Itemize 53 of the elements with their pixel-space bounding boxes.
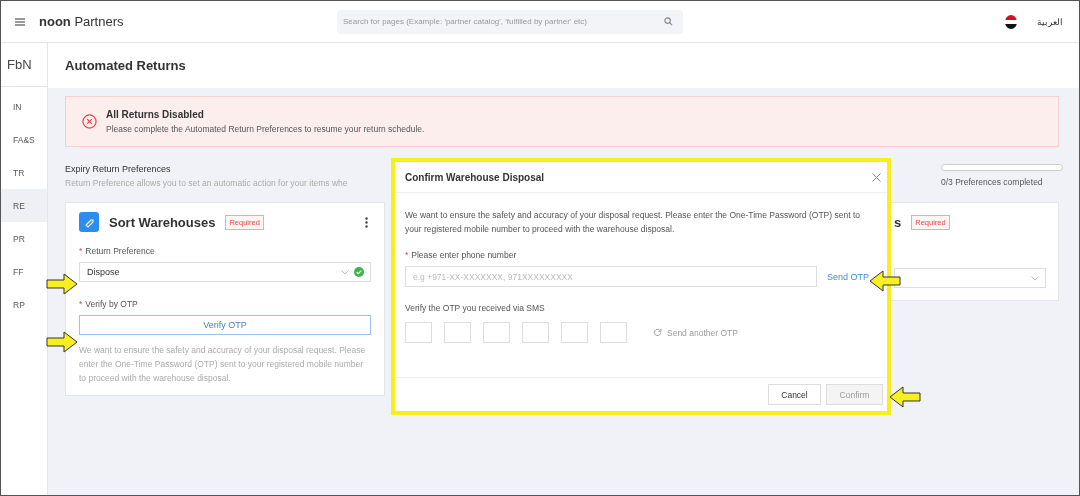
page-title: Automated Returns xyxy=(65,58,186,73)
verify-otp-button[interactable]: Verify OTP xyxy=(79,315,371,335)
phone-input[interactable]: e.g +971-XX-XXXXXXX, 971XXXXXXXXX xyxy=(405,266,817,287)
preference-select[interactable] xyxy=(894,268,1046,288)
search-icon[interactable] xyxy=(664,16,673,26)
refresh-icon xyxy=(653,328,662,337)
sidebar-item[interactable]: PR xyxy=(1,222,47,255)
otp-digit-input[interactable] xyxy=(600,322,627,343)
otp-digit-input[interactable] xyxy=(444,322,471,343)
dialog-button[interactable]: Cancel xyxy=(768,384,821,405)
close-icon[interactable] xyxy=(872,172,881,182)
sidebar-item[interactable]: RE xyxy=(1,189,47,222)
sidebar-item[interactable]: IN xyxy=(1,90,47,123)
required-mark: * xyxy=(79,246,83,256)
otp-digit-input[interactable] xyxy=(522,322,549,343)
search-field[interactable]: Search for pages (Example: 'partner catalog', 'fulfilled by partner' etc) xyxy=(337,9,683,34)
section-description: Return Preference allows you to set an automatic action for your items whe xyxy=(65,178,348,188)
otp-note: We want to ensure the safety and accuracy of your disposal request. Please enter the One-Time Password (OTP) sent to your registered mobile number to proceed with the warehouse disposal. xyxy=(79,344,367,385)
pointer-arrow xyxy=(46,272,78,296)
chevron-down-icon xyxy=(1031,275,1039,281)
alert-message: Please complete the Automated Return Preferences to resume your return schedule. xyxy=(106,124,425,134)
otp-digit-input[interactable] xyxy=(405,322,432,343)
return-preference-select[interactable]: Dispose xyxy=(79,262,371,282)
sidebar-title: FbN xyxy=(1,43,47,87)
card-title: Sort Warehouses xyxy=(109,214,216,230)
menu-icon[interactable] xyxy=(15,17,25,26)
brand-logo[interactable]: noon Partners xyxy=(39,14,124,29)
language-link[interactable]: العربية xyxy=(1037,16,1063,27)
flag-icon[interactable] xyxy=(1005,14,1017,29)
dialog-title: Confirm Warehouse Disposal xyxy=(405,171,545,183)
sidebar-item[interactable]: FF xyxy=(1,255,47,288)
field-label: Please enter phone number xyxy=(411,250,517,260)
more-icon[interactable] xyxy=(365,216,368,228)
otp-digit-input[interactable] xyxy=(483,322,510,343)
section-title: Expiry Return Preferences xyxy=(65,164,172,174)
dialog-text: We want to ensure the safety and accuracy of your disposal request. Please enter the One-Time Password (OTP) sent to your registered mobile number to proceed with the warehouse disposal. xyxy=(405,209,861,236)
field-label: Verify by OTP xyxy=(85,299,138,309)
pointer-arrow xyxy=(46,330,78,354)
field-label: Return Preference xyxy=(85,246,155,256)
tag-icon xyxy=(79,212,99,232)
required-mark: * xyxy=(79,299,83,309)
send-otp-link[interactable]: Send OTP xyxy=(827,271,870,282)
sidebar-item[interactable]: FA&S xyxy=(1,123,47,156)
card-title: s xyxy=(894,214,902,230)
chevron-down-icon xyxy=(341,269,349,275)
required-mark: * xyxy=(405,250,409,260)
sidebar-item[interactable]: RP xyxy=(1,288,47,321)
otp-digit-input[interactable] xyxy=(561,322,588,343)
error-icon xyxy=(82,114,97,129)
alert-title: All Returns Disabled xyxy=(106,109,205,120)
sidebar-item[interactable]: TR xyxy=(1,156,47,189)
field-label: Verify the OTP you received via SMS xyxy=(405,303,546,313)
progress-label: 0/3 Preferences completed xyxy=(941,177,1044,187)
